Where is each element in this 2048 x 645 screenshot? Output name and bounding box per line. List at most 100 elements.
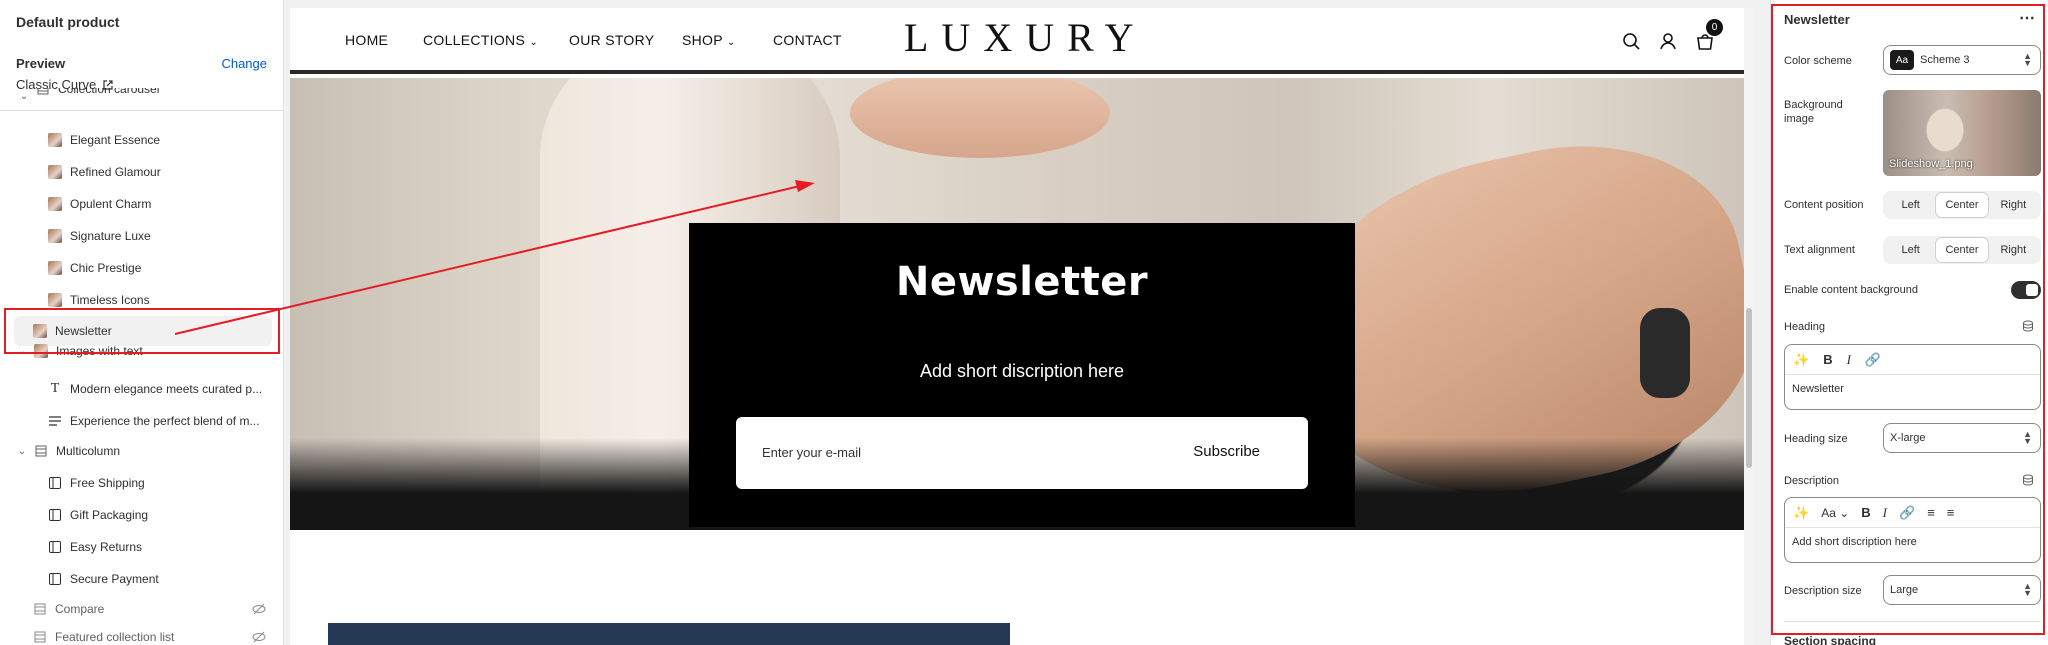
tree-section-compare[interactable]: Compare	[0, 594, 283, 624]
eye-hidden-icon[interactable]	[252, 603, 266, 615]
position-center-option[interactable]: Center	[1936, 193, 1988, 217]
background-image-chair	[1640, 308, 1690, 398]
select-value: X-large	[1890, 432, 1926, 444]
alignment-center-option[interactable]: Center	[1936, 238, 1988, 262]
tree-block-free-shipping[interactable]: Free Shipping	[0, 468, 283, 498]
select-value: Scheme 3	[1920, 54, 1970, 66]
enable-content-background-label: Enable content background	[1784, 284, 1918, 296]
content-position-segmented: Left Center Right	[1883, 191, 2041, 219]
text-style-icon[interactable]: Aa ⌄	[1821, 506, 1849, 520]
more-actions-icon[interactable]: ⋯	[2019, 8, 2036, 28]
nav-shop[interactable]: SHOP ⌄	[682, 32, 736, 48]
tree-block-gift-packaging[interactable]: Gift Packaging	[0, 500, 283, 530]
tree-block-signature-luxe[interactable]: Signature Luxe	[0, 221, 283, 251]
position-left-option[interactable]: Left	[1885, 193, 1936, 217]
heading-label: Heading	[1784, 321, 1825, 333]
storefront-preview: HOME COLLECTIONS ⌄ OUR STORY SHOP ⌄ CONT…	[290, 8, 1754, 645]
nav-label: COLLECTIONS	[423, 32, 526, 48]
tree-block-secure-payment[interactable]: Secure Payment	[0, 564, 283, 594]
italic-icon[interactable]: I	[1847, 352, 1851, 368]
email-input[interactable]: Enter your e-mail	[762, 445, 861, 460]
eye-hidden-icon[interactable]	[252, 631, 266, 643]
section-icon	[37, 88, 49, 95]
description-editor[interactable]: ✨ Aa ⌄ B I 🔗 ≡ ≡ Add short discription h…	[1784, 497, 2041, 563]
change-link[interactable]: Change	[221, 56, 267, 71]
nav-home[interactable]: HOME	[345, 32, 388, 48]
alignment-right-option[interactable]: Right	[1988, 238, 2039, 262]
tree-label: Opulent Charm	[70, 197, 152, 211]
next-section-image	[328, 623, 1010, 645]
heading-size-select[interactable]: X-large ▲ ▼	[1883, 423, 2041, 453]
background-image-filename: Slideshow_1.png	[1889, 158, 1973, 170]
background-image-hand	[850, 78, 1110, 158]
tree-block-easy-returns[interactable]: Easy Returns	[0, 532, 283, 562]
dynamic-source-icon[interactable]	[2022, 474, 2034, 486]
scrollbar-thumb[interactable]	[1746, 308, 1752, 468]
newsletter-content-box: Newsletter Add short discription here En…	[689, 223, 1355, 527]
tree-label: Refined Glamour	[70, 165, 161, 179]
account-icon[interactable]	[1657, 30, 1679, 52]
newsletter-section[interactable]: Newsletter Add short discription here En…	[290, 78, 1754, 530]
heading-editor-toolbar: ✨ B I 🔗	[1785, 345, 2040, 375]
image-thumbnail-icon	[48, 293, 62, 307]
cart-count-badge: 0	[1706, 19, 1723, 36]
section-icon	[34, 631, 46, 643]
nav-our-story[interactable]: OUR STORY	[569, 32, 654, 48]
chevron-down-icon[interactable]: ⌄	[16, 446, 28, 457]
preview-row: Preview Change	[16, 56, 267, 71]
heading-editor-text[interactable]: Newsletter	[1785, 375, 2040, 403]
background-image-picker[interactable]: Slideshow_1.png	[1883, 90, 2041, 176]
dynamic-source-icon[interactable]	[2022, 320, 2034, 332]
tree-block-chic-prestige[interactable]: Chic Prestige	[0, 253, 283, 283]
select-caret-icon: ▲ ▼	[2023, 51, 2032, 68]
select-value: Large	[1890, 584, 1919, 596]
preview-scrollbar[interactable]	[1744, 8, 1754, 645]
section-settings-panel: Newsletter ⋯ Color scheme Aa Scheme 3 ▲ ▼…	[1770, 0, 2048, 645]
ai-sparkle-icon[interactable]: ✨	[1793, 505, 1809, 521]
tree-label: Chic Prestige	[70, 261, 142, 275]
image-thumbnail-icon	[48, 229, 62, 243]
image-thumbnail-icon	[48, 261, 62, 275]
app-root: Default product Preview Change Classic C…	[0, 0, 2048, 645]
tree-block-opulent-charm[interactable]: Opulent Charm	[0, 189, 283, 219]
numbered-list-icon[interactable]: ≡	[1947, 505, 1955, 520]
text-alignment-label: Text alignment	[1784, 244, 1855, 256]
image-thumbnail-icon	[48, 133, 62, 147]
description-editor-text[interactable]: Add short discription here	[1785, 528, 2040, 556]
ai-sparkle-icon[interactable]: ✨	[1793, 352, 1809, 368]
tree-section-collection-carousel[interactable]: ⌄ Collection carousel	[0, 88, 283, 104]
tree-block-text-2[interactable]: Experience the perfect blend of m...	[0, 406, 283, 436]
alignment-left-option[interactable]: Left	[1885, 238, 1936, 262]
subscribe-button[interactable]: Subscribe	[1193, 443, 1260, 460]
position-right-option[interactable]: Right	[1988, 193, 2039, 217]
color-scheme-select[interactable]: Aa Scheme 3 ▲ ▼	[1883, 45, 2041, 75]
heading-editor[interactable]: ✨ B I 🔗 Newsletter	[1784, 344, 2041, 410]
bold-icon[interactable]: B	[1823, 352, 1832, 367]
description-size-select[interactable]: Large ▲ ▼	[1883, 575, 2041, 605]
store-logo[interactable]: LUXURY	[904, 14, 1146, 61]
bold-icon[interactable]: B	[1861, 505, 1870, 520]
bullet-list-icon[interactable]: ≡	[1927, 505, 1935, 520]
heading-size-label: Heading size	[1784, 433, 1848, 445]
tree-section-featured-collection-list[interactable]: Featured collection list	[0, 622, 283, 645]
tree-block-elegant-essence[interactable]: Elegant Essence	[0, 125, 283, 155]
section-spacing-heading[interactable]: Section spacing	[1784, 634, 1876, 645]
search-icon[interactable]	[1620, 30, 1642, 52]
link-icon[interactable]: 🔗	[1865, 352, 1881, 368]
description-size-label: Description size	[1784, 585, 1862, 597]
tree-block-refined-glamour[interactable]: Refined Glamour	[0, 157, 283, 187]
annotation-highlight-box	[4, 308, 280, 354]
template-title[interactable]: Default product	[16, 14, 267, 30]
section-icon	[35, 445, 47, 457]
nav-label: SHOP	[682, 32, 723, 48]
tree-block-text-1[interactable]: T Modern elegance meets curated p...	[0, 374, 283, 404]
column-icon	[49, 477, 61, 489]
nav-collections[interactable]: COLLECTIONS ⌄	[423, 32, 538, 48]
italic-icon[interactable]: I	[1883, 505, 1887, 521]
chevron-down-icon: ⌄	[529, 37, 538, 48]
link-icon[interactable]: 🔗	[1899, 505, 1915, 521]
enable-content-background-toggle[interactable]	[2011, 281, 2041, 299]
nav-contact[interactable]: CONTACT	[773, 32, 842, 48]
tree-section-multicolumn[interactable]: ⌄ Multicolumn	[0, 436, 283, 466]
chevron-down-icon[interactable]: ⌄	[18, 91, 30, 102]
